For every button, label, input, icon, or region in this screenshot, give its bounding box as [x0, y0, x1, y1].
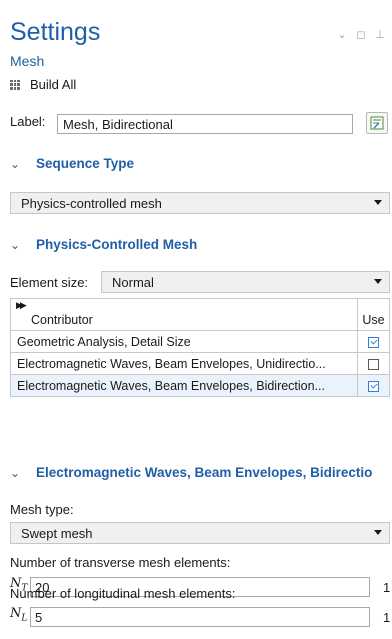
contributor-name: Geometric Analysis, Detail Size: [10, 330, 358, 353]
section-title: Physics-Controlled Mesh: [36, 237, 198, 252]
col-contributor-header[interactable]: ▶▶ Contributor: [10, 298, 358, 331]
section-sequence-type[interactable]: ⌄ Sequence Type: [10, 156, 134, 171]
use-checkbox[interactable]: [368, 380, 379, 392]
maximize-icon[interactable]: ◻: [356, 28, 366, 41]
table-row-selected[interactable]: Electromagnetic Waves, Beam Envelopes, B…: [10, 374, 390, 397]
page-title: Settings: [10, 18, 101, 46]
label-reset-button[interactable]: [366, 112, 388, 134]
mesh-type-label: Mesh type:: [10, 502, 74, 517]
element-size-select[interactable]: Normal: [101, 271, 390, 293]
table-row[interactable]: Geometric Analysis, Detail Size: [10, 330, 390, 353]
contributor-name: Electromagnetic Waves, Beam Envelopes, U…: [10, 352, 358, 375]
label-caption: Label:: [10, 114, 46, 129]
section-title: Sequence Type: [36, 156, 135, 171]
pin-icon[interactable]: ⊥: [375, 28, 385, 41]
use-checkbox[interactable]: [368, 336, 379, 348]
text-edit-icon: [370, 116, 384, 130]
contributor-table: ▶▶ Contributor Use Geometric Analysis, D…: [10, 298, 390, 397]
dropdown-arrow-icon: [374, 279, 382, 284]
table-row[interactable]: Electromagnetic Waves, Beam Envelopes, U…: [10, 352, 390, 375]
mesh-type-select[interactable]: Swept mesh: [10, 522, 390, 544]
table-header-row: ▶▶ Contributor Use: [10, 298, 390, 331]
mesh-grid-icon: [10, 79, 20, 90]
longitudinal-label: Number of longitudinal mesh elements:: [10, 586, 236, 601]
longitudinal-unit: 1: [383, 610, 391, 625]
section-physics-controlled-mesh[interactable]: ⌄ Physics-Controlled Mesh: [10, 237, 197, 252]
build-all-label: Build All: [30, 77, 77, 92]
select-value: Physics-controlled mesh: [21, 195, 162, 211]
element-size-label: Element size:: [10, 275, 89, 290]
longitudinal-elements-input[interactable]: [30, 607, 370, 627]
select-value: Swept mesh: [21, 525, 93, 541]
dropdown-arrow-icon: [374, 200, 382, 205]
transverse-unit: 1: [383, 580, 391, 595]
fast-forward-icon[interactable]: ▶▶: [16, 300, 27, 311]
col-use-header[interactable]: Use: [357, 298, 390, 331]
select-value: Normal: [112, 274, 154, 290]
build-all-button[interactable]: Build All: [10, 77, 76, 92]
node-subtitle: Mesh: [10, 53, 45, 69]
section-title: Electromagnetic Waves, Beam Envelopes, B…: [36, 465, 373, 480]
label-input[interactable]: [57, 114, 353, 134]
chevron-down-icon[interactable]: ⌄: [337, 28, 347, 41]
sequence-type-select[interactable]: Physics-controlled mesh: [10, 192, 390, 214]
window-controls: ⌄ ◻ ⊥: [337, 28, 385, 41]
use-checkbox[interactable]: [368, 358, 379, 370]
chevron-down-icon: ⌄: [10, 465, 21, 480]
chevron-down-icon: ⌄: [10, 156, 21, 171]
transverse-label: Number of transverse mesh elements:: [10, 555, 231, 570]
contributor-name: Electromagnetic Waves, Beam Envelopes, B…: [10, 374, 358, 397]
longitudinal-symbol: NL: [10, 606, 28, 624]
chevron-down-icon: ⌄: [10, 237, 21, 252]
dropdown-arrow-icon: [374, 530, 382, 535]
section-ewbe[interactable]: ⌄ Electromagnetic Waves, Beam Envelopes,…: [10, 465, 372, 480]
